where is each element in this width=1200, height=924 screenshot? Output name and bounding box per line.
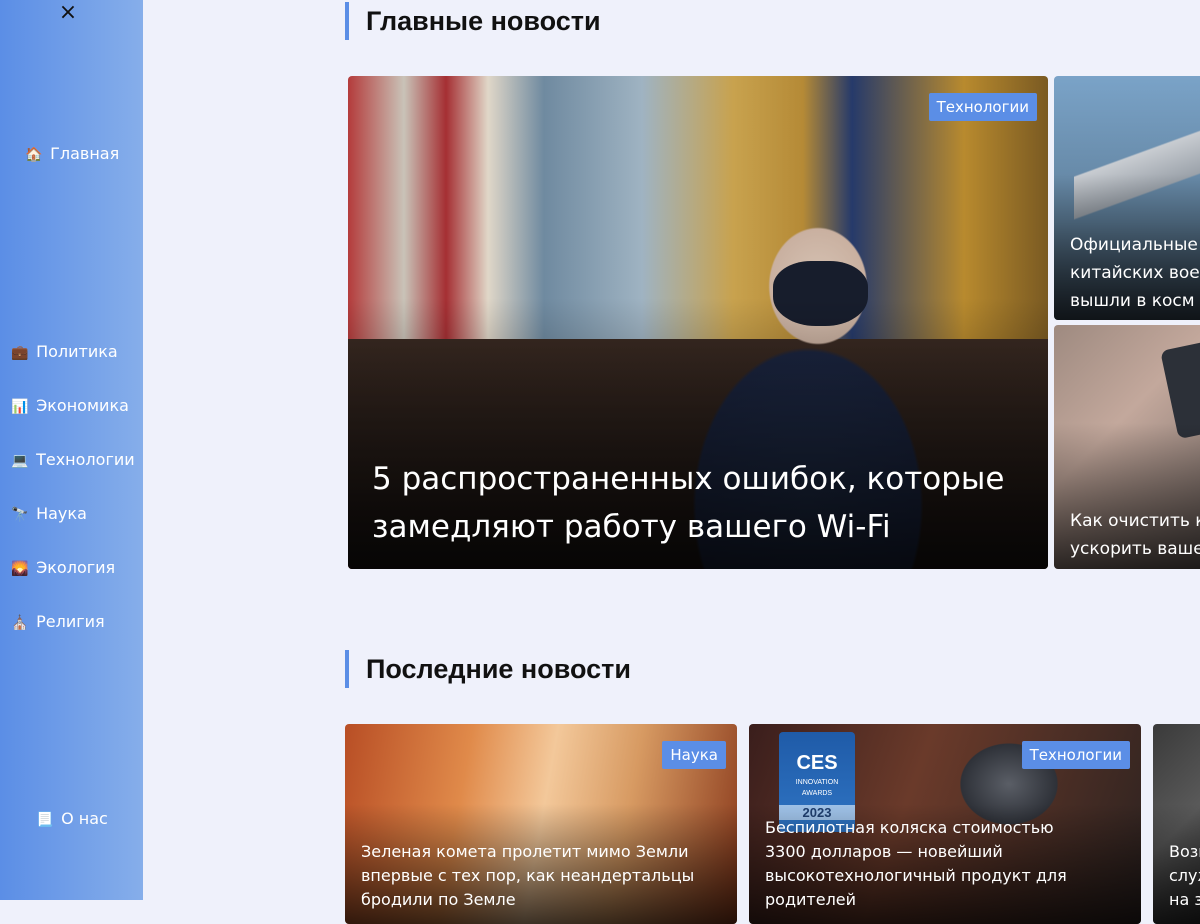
title-line: на з bbox=[1169, 890, 1200, 909]
latest-news-title[interactable]: Беспилотная коляска стоимостью 3300 долл… bbox=[765, 816, 1095, 912]
hero-news-card[interactable]: Технологии 5 распространенных ошибок, ко… bbox=[348, 76, 1048, 569]
sidebar-item-technology[interactable]: 💻 Технологии bbox=[11, 450, 135, 471]
side-news-card[interactable]: Как очистить к ускорить ваше bbox=[1054, 325, 1200, 569]
title-line: служ bbox=[1169, 866, 1200, 885]
sidebar-item-ecology[interactable]: 🌄 Экология bbox=[11, 558, 115, 579]
sidebar-item-about[interactable]: 📃 О нас bbox=[36, 809, 108, 830]
latest-news-title[interactable]: Зеленая комета пролетит мимо Земли вперв… bbox=[361, 840, 701, 912]
sidebar-item-economy[interactable]: 📊 Экономика bbox=[11, 396, 129, 417]
logo-line: AWARDS bbox=[801, 790, 833, 797]
page-icon: 📃 bbox=[36, 812, 54, 828]
sidebar-item-home[interactable]: 🏠 Главная bbox=[25, 144, 119, 165]
sidebar-item-science[interactable]: 🔭 Наука bbox=[11, 504, 87, 525]
sidebar-item-politics[interactable]: 💼 Политика bbox=[11, 342, 118, 363]
sidebar-item-label: Политика bbox=[36, 342, 118, 361]
title-line: Как очистить к bbox=[1070, 511, 1200, 531]
briefcase-icon: 💼 bbox=[11, 345, 29, 361]
church-icon: ⛪ bbox=[11, 615, 29, 631]
title-line: Официальные bbox=[1070, 235, 1198, 255]
hero-news-title[interactable]: 5 распространенных ошибок, которые замед… bbox=[372, 455, 1048, 551]
sidebar-item-label: Главная bbox=[50, 144, 120, 163]
sidebar-item-religion[interactable]: ⛪ Религия bbox=[11, 612, 105, 633]
latest-news-card[interactable]: Наука Зеленая комета пролетит мимо Земли… bbox=[345, 724, 737, 924]
side-news-title[interactable]: Как очистить к ускорить ваше bbox=[1070, 507, 1200, 563]
sidebar-item-label: Наука bbox=[36, 504, 87, 523]
title-line: китайских вое bbox=[1070, 263, 1200, 283]
close-icon[interactable]: × bbox=[58, 0, 78, 26]
latest-news-card[interactable]: Возв служ на з bbox=[1153, 724, 1200, 924]
sidebar-item-label: Экология bbox=[36, 558, 116, 577]
title-line: ускорить ваше bbox=[1070, 539, 1200, 559]
sidebar-item-label: Религия bbox=[36, 612, 105, 631]
side-news-title[interactable]: Официальные китайских вое вышли в косм bbox=[1070, 231, 1200, 315]
category-badge[interactable]: Наука bbox=[662, 741, 726, 769]
sidebar-item-label: Экономика bbox=[36, 396, 129, 415]
latest-news-title[interactable]: Возв служ на з bbox=[1169, 840, 1200, 912]
chart-icon: 📊 bbox=[11, 399, 29, 415]
main-news-heading: Главные новости bbox=[345, 2, 601, 40]
title-line: Возв bbox=[1169, 842, 1200, 861]
sidebar-item-label: О нас bbox=[61, 809, 108, 828]
title-line: вышли в косм bbox=[1070, 291, 1195, 311]
category-badge[interactable]: Технологии bbox=[928, 93, 1037, 121]
logo-brand: CES bbox=[796, 752, 838, 774]
category-badge[interactable]: Технологии bbox=[1021, 741, 1130, 769]
laptop-icon: 💻 bbox=[11, 453, 29, 469]
sidebar: × 🏠 Главная 💼 Политика 📊 Экономика 💻 Тех… bbox=[0, 0, 143, 900]
side-news-card[interactable]: Официальные китайских вое вышли в косм bbox=[1054, 76, 1200, 320]
latest-news-heading: Последние новости bbox=[345, 650, 631, 688]
logo-line: INNOVATION bbox=[795, 779, 839, 786]
telescope-icon: 🔭 bbox=[11, 507, 29, 523]
sidebar-item-label: Технологии bbox=[36, 450, 135, 469]
sunrise-icon: 🌄 bbox=[11, 561, 29, 577]
latest-news-card[interactable]: CES INNOVATION AWARDS 2023 Технологии Бе… bbox=[749, 724, 1141, 924]
home-icon: 🏠 bbox=[25, 147, 43, 163]
